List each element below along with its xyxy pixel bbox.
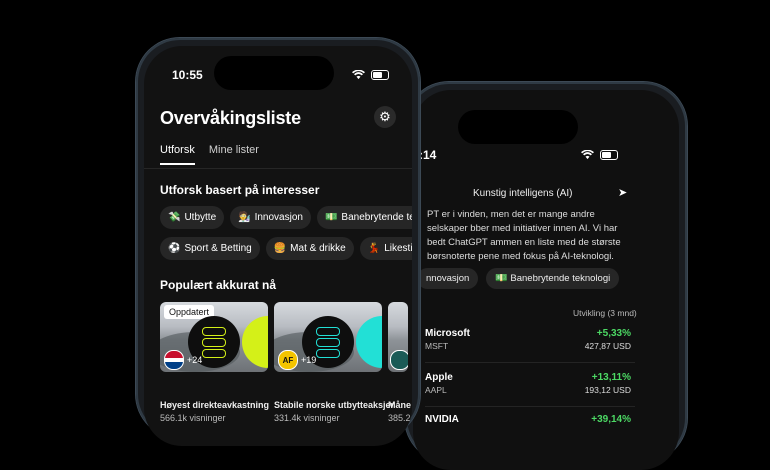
list-title: Kunstig intelligens (AI) [473,188,573,199]
money-icon: 💵 [324,212,338,223]
chip-row-1: 💸 Utbytte 🧑‍🔬 Innovasjon 💵 Banebrytende te [160,206,412,229]
member-count: +19 [301,355,317,365]
stock-row[interactable]: Apple AAPL +13,11% 193,12 USD [425,372,631,398]
card-name: Stabile norske utbytteaksjer [274,400,395,410]
money-icon: 💵 [495,273,508,284]
chip-label: Mat & drikke [290,243,346,254]
dynamic-island [458,110,578,144]
list-description: PT er i vinden, men det er mange andre s… [427,209,621,262]
back-screen: :14 Kunstig intelligens (AI) ➤ PT er i v… [413,90,679,470]
page-title: Overvåkingsliste [160,108,301,128]
chip-label: Banebrytende teknologi [510,273,611,284]
status-time: :14 [419,148,437,162]
chip-innovasjon[interactable]: 🧑‍🔬 Innovasjon [230,206,311,229]
popular-cards: Oppdatert +24 AF +19 [160,302,408,372]
chip-label: Banebrytende te [341,212,412,223]
column-label: Utvikling (3 mnd) [573,308,637,318]
stock-name: Microsoft [425,328,470,339]
stock-change: +13,11% [591,372,631,383]
phone-front: 10:55 Overvåkingsliste ⚙ Utforsk Mine li… [136,38,420,446]
settings-button[interactable]: ⚙ [374,106,396,128]
stock-row[interactable]: NVIDIA +39,14% [425,414,631,440]
money-wings-icon: 💸 [168,212,181,223]
stock-ticker: MSFT [425,341,449,351]
interests-heading: Utforsk basert på interesser [160,183,320,197]
card-views: 566.1k visninger [160,413,226,423]
avatar-row: +24 [164,350,202,370]
card-views: 385.2 [388,413,411,423]
divider [425,406,635,407]
accent-circle [356,316,382,368]
flag-avatar [164,350,184,370]
list-card[interactable]: Oppdatert +24 [160,302,268,372]
stock-ticker: AAPL [425,385,447,395]
list-card[interactable]: AF +19 [274,302,382,372]
dynamic-island [214,56,334,90]
accent-circle [242,316,268,368]
chip-sport[interactable]: ⚽ Sport & Betting [160,237,260,260]
tab-bar: Utforsk Mine lister [160,144,259,165]
back-chips: nnovasjon 💵 Banebrytende teknologi [417,268,620,289]
dancer-icon: 💃 [367,243,381,254]
chip-label: Likestil [384,243,412,254]
chip-innovasjon[interactable]: nnovasjon [417,268,479,289]
member-count: +24 [187,355,203,365]
chip-likestilling[interactable]: 💃 Likestil [359,237,412,260]
phone-back: :14 Kunstig intelligens (AI) ➤ PT er i v… [405,82,687,470]
gear-icon: ⚙ [379,109,391,124]
chip-label: Utbytte [184,212,217,223]
soccer-ball-icon: ⚽ [168,243,181,254]
chip-label: Innovasjon [254,212,303,223]
wifi-icon [352,70,365,80]
status-icons [581,150,618,160]
status-time: 10:55 [172,68,203,82]
burger-icon: 🍔 [273,243,287,254]
status-icons [352,70,389,80]
chip-banebrytende[interactable]: 💵 Banebrytende teknologi [486,268,620,289]
battery-icon [600,150,618,160]
chip-row-2: ⚽ Sport & Betting 🍔 Mat & drikke 💃 Likestil [160,237,412,260]
wifi-icon [581,150,594,160]
card-name: Måne [388,400,412,410]
chip-mat[interactable]: 🍔 Mat & drikke [265,237,354,260]
chip-label: Sport & Betting [184,243,252,254]
stock-change: +5,33% [596,328,631,339]
chip-label: nnovasjon [426,273,470,284]
stock-row[interactable]: Microsoft MSFT +5,33% 427,87 USD [425,328,631,354]
company-avatar [390,350,408,370]
battery-icon [371,70,389,80]
front-screen: 10:55 Overvåkingsliste ⚙ Utforsk Mine li… [144,46,412,446]
chip-utbytte[interactable]: 💸 Utbytte [160,206,225,229]
card-views: 331.4k visninger [274,413,340,423]
tab-utforsk[interactable]: Utforsk [160,144,195,165]
card-name: Høyest direkteavkastning [160,400,270,410]
send-icon[interactable]: ➤ [618,186,627,199]
scientist-icon: 🧑‍🔬 [238,212,251,223]
list-card[interactable] [388,302,408,372]
chip-banebrytende[interactable]: 💵 Banebrytende te [316,206,412,229]
stock-price: 193,12 USD [584,385,631,395]
stock-price: 427,87 USD [584,341,631,351]
tab-mine-lister[interactable]: Mine lister [209,144,259,165]
popular-heading: Populært akkurat nå [160,278,277,292]
avatar-row: AF +19 [278,350,316,370]
stock-name: Apple [425,372,453,383]
company-avatar: AF [278,350,298,370]
tab-divider [144,168,412,169]
divider [425,362,635,363]
